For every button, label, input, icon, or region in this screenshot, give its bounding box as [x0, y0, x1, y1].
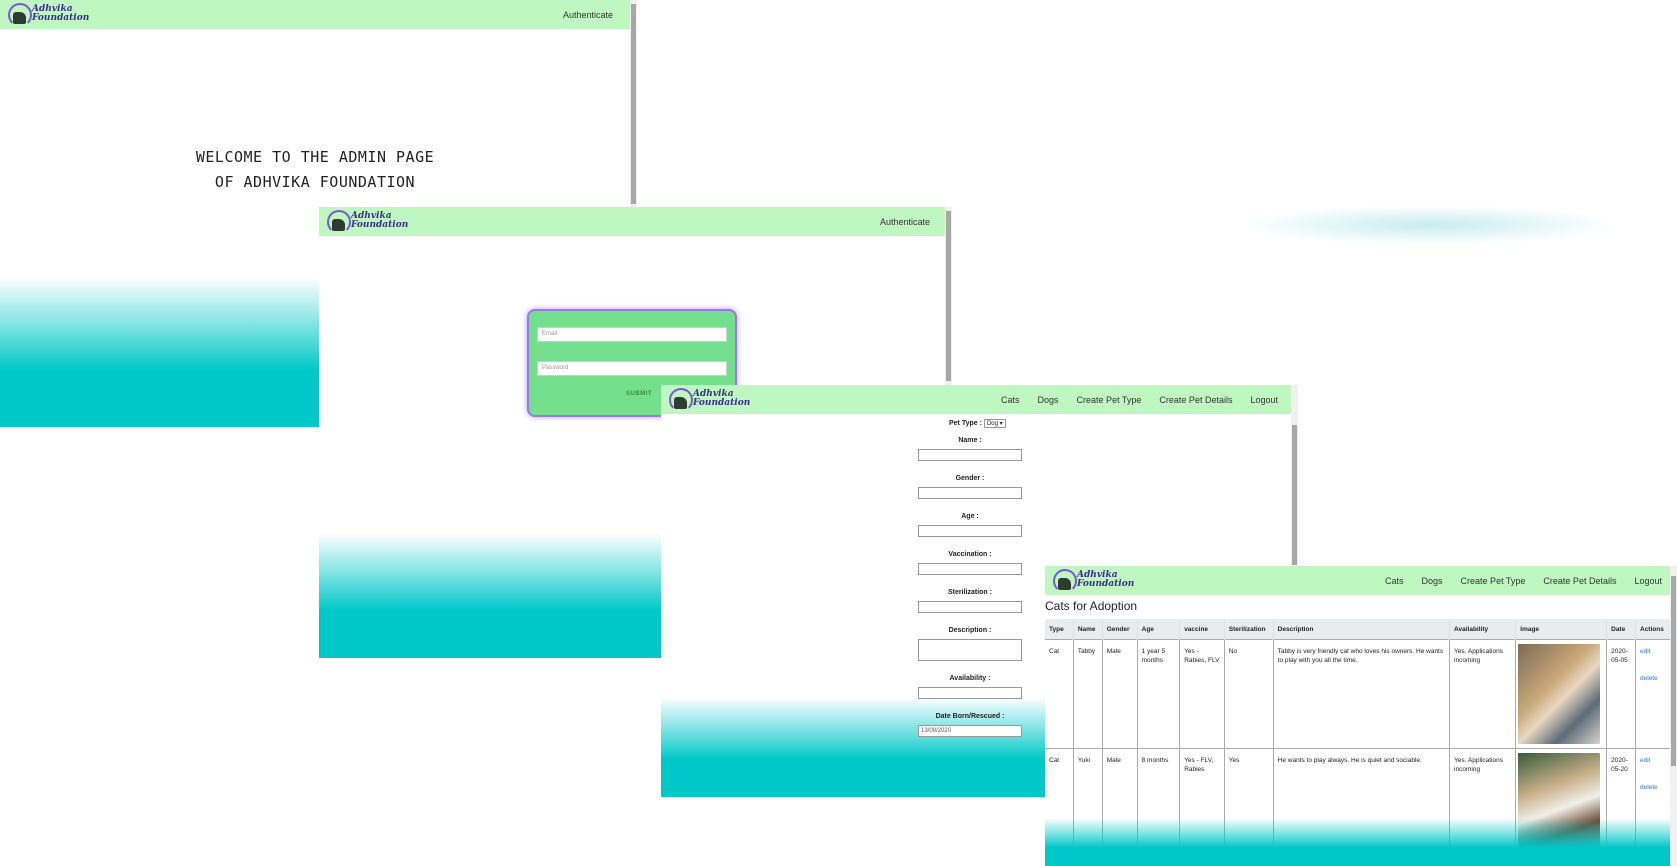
name-input[interactable]: [918, 449, 1022, 461]
cat-photo: [1518, 644, 1601, 744]
password-field[interactable]: Password: [537, 361, 727, 376]
delete-link[interactable]: delete: [1640, 675, 1658, 682]
cell-name: Tabby: [1073, 639, 1103, 749]
description-textarea[interactable]: [918, 639, 1022, 661]
gender-input[interactable]: [918, 487, 1022, 499]
availability-input[interactable]: [918, 687, 1022, 699]
col-image: Image: [1515, 619, 1608, 640]
cell-age: 1 year 5 months: [1137, 639, 1181, 749]
pets-silhouette-icon: [1058, 578, 1071, 590]
col-availability: Availability: [1449, 619, 1517, 640]
page-title: Cats for Adoption: [1045, 599, 1138, 613]
brand-logo[interactable]: Adhvika Foundation: [8, 3, 89, 27]
edit-link[interactable]: edit: [1640, 757, 1650, 764]
navbar: Adhvika Foundation Authenticate: [0, 0, 637, 29]
nav-authenticate[interactable]: Authenticate: [563, 10, 613, 20]
sterilization-input[interactable]: [918, 601, 1022, 613]
cell-actions: edit delete: [1635, 639, 1671, 749]
welcome-line1: WELCOME TO THE ADMIN PAGE: [195, 148, 435, 166]
cats-list-window: Adhvika Foundation Cats Dogs Create Pet T…: [1045, 566, 1677, 866]
cell-availability: Yes. Applications incoming: [1449, 639, 1517, 749]
cell-description: Tabby is very friendly cat who loves his…: [1273, 639, 1451, 749]
name-label: Name :: [958, 437, 982, 444]
scrollbar-thumb[interactable]: [1671, 576, 1676, 766]
gender-label: Gender :: [955, 475, 985, 482]
navbar: Adhvika Foundation Cats Dogs Create Pet T…: [661, 385, 1298, 414]
table-header-row: Type Name Gender Age vaccine Sterilizati…: [1045, 619, 1671, 640]
age-input[interactable]: [918, 525, 1022, 537]
sterilization-label: Sterilization :: [948, 589, 992, 596]
nav-logout[interactable]: Logout: [1634, 576, 1662, 586]
email-field[interactable]: Email: [537, 327, 727, 342]
nav-dogs[interactable]: Dogs: [1038, 395, 1059, 405]
brand-line2: Foundation: [351, 220, 409, 230]
pets-silhouette-icon: [332, 219, 345, 231]
welcome-line2: OF ADHVIKA FOUNDATION: [214, 173, 416, 191]
brand-line2: Foundation: [32, 13, 90, 23]
col-type: Type: [1045, 619, 1074, 640]
brand-line2: Foundation: [1077, 579, 1135, 589]
welcome-heading: WELCOME TO THE ADMIN PAGE OF ADHVIKA FOU…: [0, 145, 630, 195]
scrollbar-thumb[interactable]: [631, 4, 636, 204]
brand-logo[interactable]: Adhvika Foundation: [327, 210, 408, 234]
nav-create-pet-details[interactable]: Create Pet Details: [1159, 395, 1232, 405]
brand-line2: Foundation: [693, 398, 751, 408]
table-row: Cat Tabby Male 1 year 5 months Yes - Rab…: [1045, 639, 1671, 749]
delete-link[interactable]: delete: [1640, 784, 1658, 791]
description-label: Description :: [948, 627, 992, 634]
date-label: Date Born/Rescued :: [935, 713, 1005, 720]
col-sterilization: Sterilization: [1224, 619, 1274, 640]
scrollbar[interactable]: [1670, 566, 1677, 866]
brand-logo[interactable]: Adhvika Foundation: [669, 388, 750, 412]
date-input[interactable]: 13/09/2020: [918, 725, 1022, 737]
background-mist: [1240, 205, 1620, 245]
edit-link[interactable]: edit: [1640, 648, 1650, 655]
col-actions: Actions: [1635, 619, 1671, 640]
pets-silhouette-icon: [674, 397, 687, 409]
submit-button[interactable]: SUBMIT: [609, 391, 669, 405]
scrollbar-thumb[interactable]: [946, 211, 951, 381]
col-description: Description: [1273, 619, 1451, 640]
pets-silhouette-icon: [13, 12, 26, 24]
cell-type: Cat: [1045, 639, 1074, 749]
col-date: Date: [1606, 619, 1636, 640]
vaccination-label: Vaccination :: [948, 551, 992, 558]
vaccination-input[interactable]: [918, 563, 1022, 575]
cell-vaccine: Yes - Rabies, FLV: [1179, 639, 1225, 749]
col-age: Age: [1137, 619, 1181, 640]
nav-dogs[interactable]: Dogs: [1422, 576, 1443, 586]
col-name: Name: [1073, 619, 1103, 640]
availability-label: Availability :: [949, 675, 991, 682]
pet-details-form: Name : Gender : Age : Vaccination : Ster…: [916, 436, 1024, 750]
cell-gender: Male: [1102, 639, 1138, 749]
nav-authenticate[interactable]: Authenticate: [880, 217, 930, 227]
nav-create-pet-details[interactable]: Create Pet Details: [1543, 576, 1616, 586]
nav-create-pet-type[interactable]: Create Pet Type: [1077, 395, 1142, 405]
nav-cats[interactable]: Cats: [1385, 576, 1404, 586]
navbar: Adhvika Foundation Authenticate: [319, 207, 952, 236]
pet-type-label: Pet Type :: [949, 420, 982, 427]
cell-image: [1515, 639, 1608, 749]
scrollbar-thumb[interactable]: [1292, 425, 1297, 565]
pet-type-select[interactable]: Dog ▾: [983, 419, 1006, 428]
col-vaccine: vaccine: [1179, 619, 1225, 640]
background-wave: [1045, 818, 1670, 866]
cell-sterilization: No: [1224, 639, 1274, 749]
pet-type-value: Dog: [986, 421, 998, 427]
cell-date: 2020-05-05: [1606, 639, 1636, 749]
pet-type-row: Pet Type : Dog ▾: [949, 419, 1006, 428]
col-gender: Gender: [1102, 619, 1138, 640]
brand-logo[interactable]: Adhvika Foundation: [1053, 569, 1134, 593]
navbar: Adhvika Foundation Cats Dogs Create Pet T…: [1045, 566, 1670, 595]
nav-logout[interactable]: Logout: [1250, 395, 1278, 405]
nav-cats[interactable]: Cats: [1001, 395, 1020, 405]
age-label: Age :: [961, 513, 979, 520]
nav-create-pet-type[interactable]: Create Pet Type: [1461, 576, 1526, 586]
